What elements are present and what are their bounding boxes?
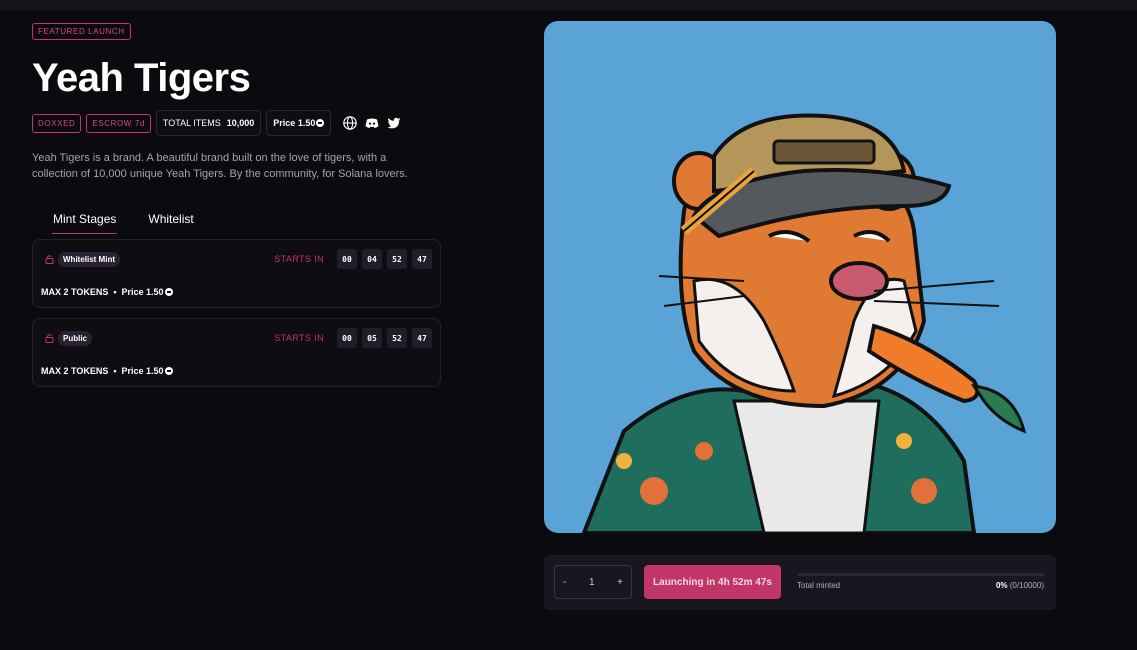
escrow-badge: ESCROW 7d xyxy=(86,113,151,133)
mint-progress-bar xyxy=(797,573,1044,576)
total-items-label: TOTAL ITEMS xyxy=(162,118,221,128)
max-tokens: MAX 2 TOKENS xyxy=(41,366,109,376)
stage-price: Price 1.50 xyxy=(121,287,164,297)
tab-whitelist[interactable]: Whitelist xyxy=(148,212,193,234)
total-items-box: TOTAL ITEMS 10,000 xyxy=(155,110,262,136)
featured-badge: FEATURED LAUNCH xyxy=(32,23,131,40)
timer-hours: 05 xyxy=(362,328,382,348)
quantity-value[interactable]: 1 xyxy=(589,577,595,588)
timer-seconds: 47 xyxy=(412,249,432,269)
increment-button[interactable]: + xyxy=(617,577,623,588)
launch-info: FEATURED LAUNCH Yeah Tigers DOXXED ESCRO… xyxy=(32,21,452,234)
price-label: Price 1.50 xyxy=(273,118,316,128)
twitter-icon[interactable] xyxy=(386,115,402,131)
total-minted-label: Total minted xyxy=(797,581,841,590)
max-tokens: MAX 2 TOKENS xyxy=(41,287,109,297)
stage-details: MAX 2 TOKENS • Price 1.50 xyxy=(41,366,173,376)
stage-details: MAX 2 TOKENS • Price 1.50 xyxy=(41,287,173,297)
price-box: Price 1.50 xyxy=(266,110,332,136)
stage-name: Public xyxy=(58,331,93,346)
lock-icon xyxy=(45,255,54,264)
minted-ratio: (0/10000) xyxy=(1009,581,1044,590)
solana-icon xyxy=(164,367,173,375)
meta-row: DOXXED ESCROW 7d TOTAL ITEMS 10,000 Price… xyxy=(32,110,452,136)
description: Yeah Tigers is a brand. A beautiful bran… xyxy=(32,152,408,180)
tab-mint-stages[interactable]: Mint Stages xyxy=(51,212,118,234)
tab-bar: Mint Stages Whitelist xyxy=(51,212,452,234)
quantity-stepper[interactable]: - 1 + xyxy=(554,565,632,599)
globe-icon[interactable] xyxy=(342,115,358,131)
solana-icon xyxy=(164,288,173,296)
countdown-timer: 00 05 52 47 xyxy=(332,328,432,348)
timer-hours: 04 xyxy=(362,249,382,269)
stage-name: Whitelist Mint xyxy=(58,252,120,267)
timer-minutes: 52 xyxy=(387,249,407,269)
page-title: Yeah Tigers xyxy=(32,56,251,100)
starts-in-label: STARTS IN xyxy=(274,333,324,343)
timer-minutes: 52 xyxy=(387,328,407,348)
tiger-illustration xyxy=(581,113,1027,533)
stage-card-whitelist[interactable]: Whitelist Mint STARTS IN 00 04 52 47 MAX… xyxy=(32,239,441,308)
total-items-value: 10,000 xyxy=(226,118,255,128)
timer-days: 00 xyxy=(337,249,357,269)
mint-panel: - 1 + Launching in 4h 52m 47s Total mint… xyxy=(544,555,1056,610)
launch-button[interactable]: Launching in 4h 52m 47s xyxy=(644,565,781,599)
timer-days: 00 xyxy=(337,328,357,348)
countdown-timer: 00 04 52 47 xyxy=(332,249,432,269)
minted-percent: 0% xyxy=(995,581,1008,590)
stage-price: Price 1.50 xyxy=(121,366,164,376)
discord-icon[interactable] xyxy=(364,115,380,131)
lock-icon xyxy=(45,334,54,343)
timer-seconds: 47 xyxy=(412,328,432,348)
starts-in-label: STARTS IN xyxy=(274,254,324,264)
nft-artwork xyxy=(544,21,1056,533)
decrement-button[interactable]: - xyxy=(563,577,566,588)
top-bar xyxy=(0,0,1137,10)
doxxed-badge: DOXXED xyxy=(32,113,82,133)
solana-icon xyxy=(316,119,325,127)
minted-count: 0% (0/10000) xyxy=(996,581,1044,590)
stage-card-public[interactable]: Public STARTS IN 00 05 52 47 MAX 2 TOKEN… xyxy=(32,318,441,387)
